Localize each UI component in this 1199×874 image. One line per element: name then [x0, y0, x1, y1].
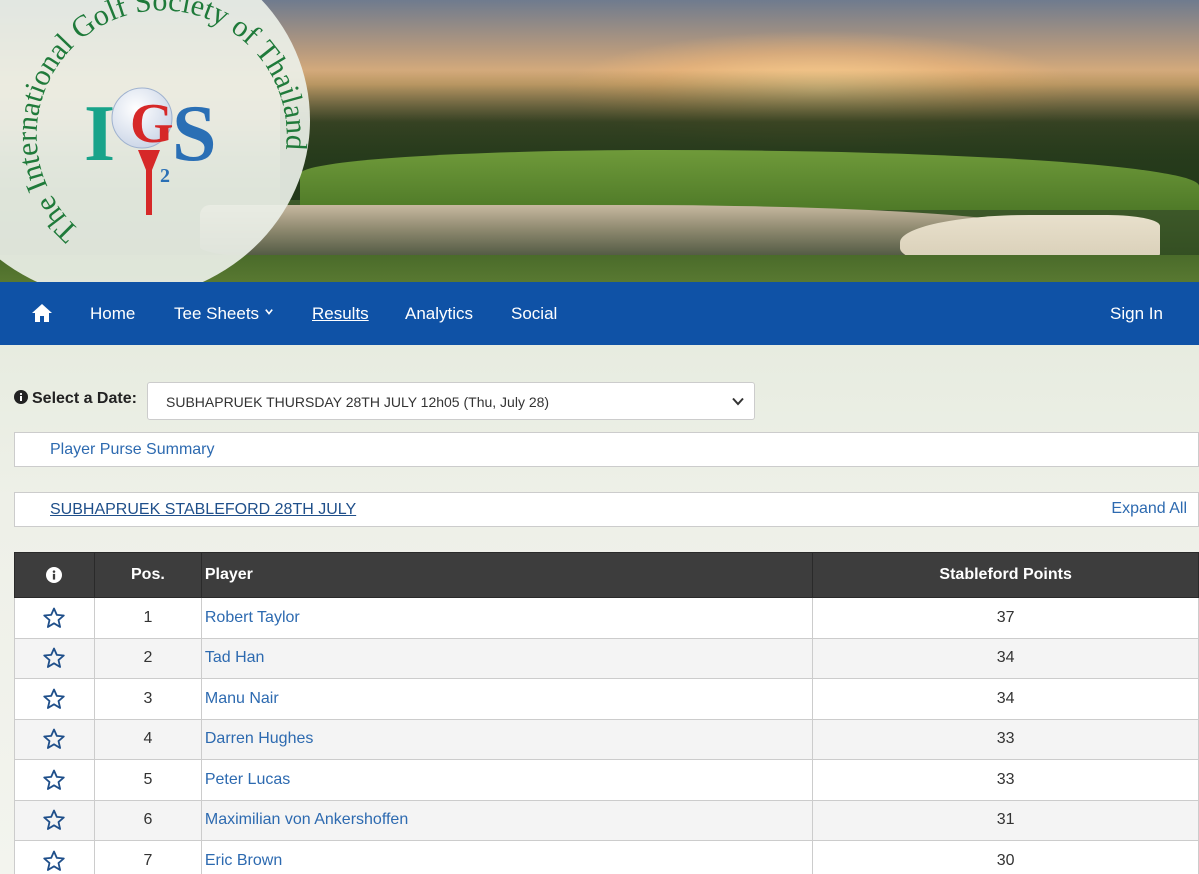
pos-cell: 1: [93, 597, 202, 639]
nav-analytics[interactable]: Analytics: [405, 282, 473, 345]
points-cell: 30: [812, 840, 1199, 874]
pos-cell: 7: [93, 840, 202, 874]
table-header-row: Pos. Player Stableford Points: [14, 552, 1199, 598]
star-outline-icon[interactable]: [42, 727, 66, 751]
logo-letter-i: I: [84, 90, 115, 178]
date-select[interactable]: SUBHAPRUEK THURSDAY 28TH JULY 12h05 (Thu…: [147, 382, 755, 420]
favorite-cell: [14, 759, 95, 801]
points-cell: 31: [812, 799, 1199, 841]
info-icon: [14, 390, 28, 404]
star-outline-icon[interactable]: [42, 646, 66, 670]
player-link[interactable]: Tad Han: [200, 637, 814, 679]
star-outline-icon[interactable]: [42, 849, 66, 873]
points-cell: 34: [812, 637, 1199, 679]
points-cell: 33: [812, 718, 1199, 760]
pos-cell: 2: [93, 637, 202, 679]
table-row: 1 Robert Taylor 37: [14, 597, 1199, 639]
header-player: Player: [200, 552, 814, 598]
nav-tee-sheets[interactable]: Tee Sheets: [174, 282, 273, 345]
pos-cell: 6: [93, 799, 202, 841]
logo-letter-s: S: [172, 90, 217, 178]
date-label-text: Select a Date:: [32, 390, 137, 407]
points-cell: 33: [812, 759, 1199, 801]
favorite-cell: [14, 799, 95, 841]
sign-in-link[interactable]: Sign In: [1110, 282, 1163, 345]
star-outline-icon[interactable]: [42, 768, 66, 792]
header-pos: Pos.: [93, 552, 202, 598]
player-purse-summary-link[interactable]: Player Purse Summary: [50, 441, 215, 459]
info-icon: [46, 566, 63, 583]
table-row: 7 Eric Brown 30: [14, 840, 1199, 874]
player-link[interactable]: Eric Brown: [200, 840, 814, 874]
favorite-cell: [14, 597, 95, 639]
chevron-down-icon: [265, 308, 273, 315]
main-nav: Home Tee Sheets Results Analytics Social…: [0, 282, 1199, 345]
header-banner: The International Golf Society of Thaila…: [0, 0, 1199, 282]
nav-home[interactable]: Home: [90, 282, 135, 345]
expand-all-link[interactable]: Expand All: [1111, 500, 1187, 518]
nav-results[interactable]: Results: [312, 282, 369, 345]
header-points: Stableford Points: [812, 552, 1199, 598]
table-row: 2 Tad Han 34: [14, 637, 1199, 679]
nav-tee-sheets-label: Tee Sheets: [174, 304, 260, 323]
competition-panel: SUBHAPRUEK STABLEFORD 28TH JULY Expand A…: [14, 492, 1199, 527]
favorite-cell: [14, 840, 95, 874]
header-info: [14, 552, 95, 598]
favorite-cell: [14, 718, 95, 760]
date-label: Select a Date:: [14, 390, 137, 408]
nav-social[interactable]: Social: [511, 282, 557, 345]
competition-title-link[interactable]: SUBHAPRUEK STABLEFORD 28TH JULY: [50, 501, 356, 519]
chevron-down-icon: [732, 397, 744, 406]
player-link[interactable]: Peter Lucas: [200, 759, 814, 801]
favorite-cell: [14, 678, 95, 720]
logo-letter-g: G: [130, 93, 174, 155]
star-outline-icon[interactable]: [42, 606, 66, 630]
star-outline-icon[interactable]: [42, 808, 66, 832]
player-link[interactable]: Maximilian von Ankershoffen: [200, 799, 814, 841]
table-row: 5 Peter Lucas 33: [14, 759, 1199, 801]
purse-summary-panel: Player Purse Summary: [14, 432, 1199, 467]
golf-tee-icon: [138, 150, 160, 215]
star-outline-icon[interactable]: [42, 687, 66, 711]
logo-superscript: 2: [160, 165, 170, 187]
table-row: 6 Maximilian von Ankershoffen 31: [14, 799, 1199, 841]
player-link[interactable]: Darren Hughes: [200, 718, 814, 760]
pos-cell: 3: [93, 678, 202, 720]
table-row: 3 Manu Nair 34: [14, 678, 1199, 720]
date-select-value: SUBHAPRUEK THURSDAY 28TH JULY 12h05 (Thu…: [166, 394, 550, 410]
igs-logo[interactable]: The International Golf Society of Thaila…: [0, 0, 320, 282]
points-cell: 37: [812, 597, 1199, 639]
favorite-cell: [14, 637, 95, 679]
player-link[interactable]: Manu Nair: [200, 678, 814, 720]
points-cell: 34: [812, 678, 1199, 720]
pos-cell: 5: [93, 759, 202, 801]
player-link[interactable]: Robert Taylor: [200, 597, 814, 639]
pos-cell: 4: [93, 718, 202, 760]
table-row: 4 Darren Hughes 33: [14, 718, 1199, 760]
results-table: Pos. Player Stableford Points 1 Robert T…: [14, 552, 1199, 874]
home-icon[interactable]: [31, 303, 53, 323]
